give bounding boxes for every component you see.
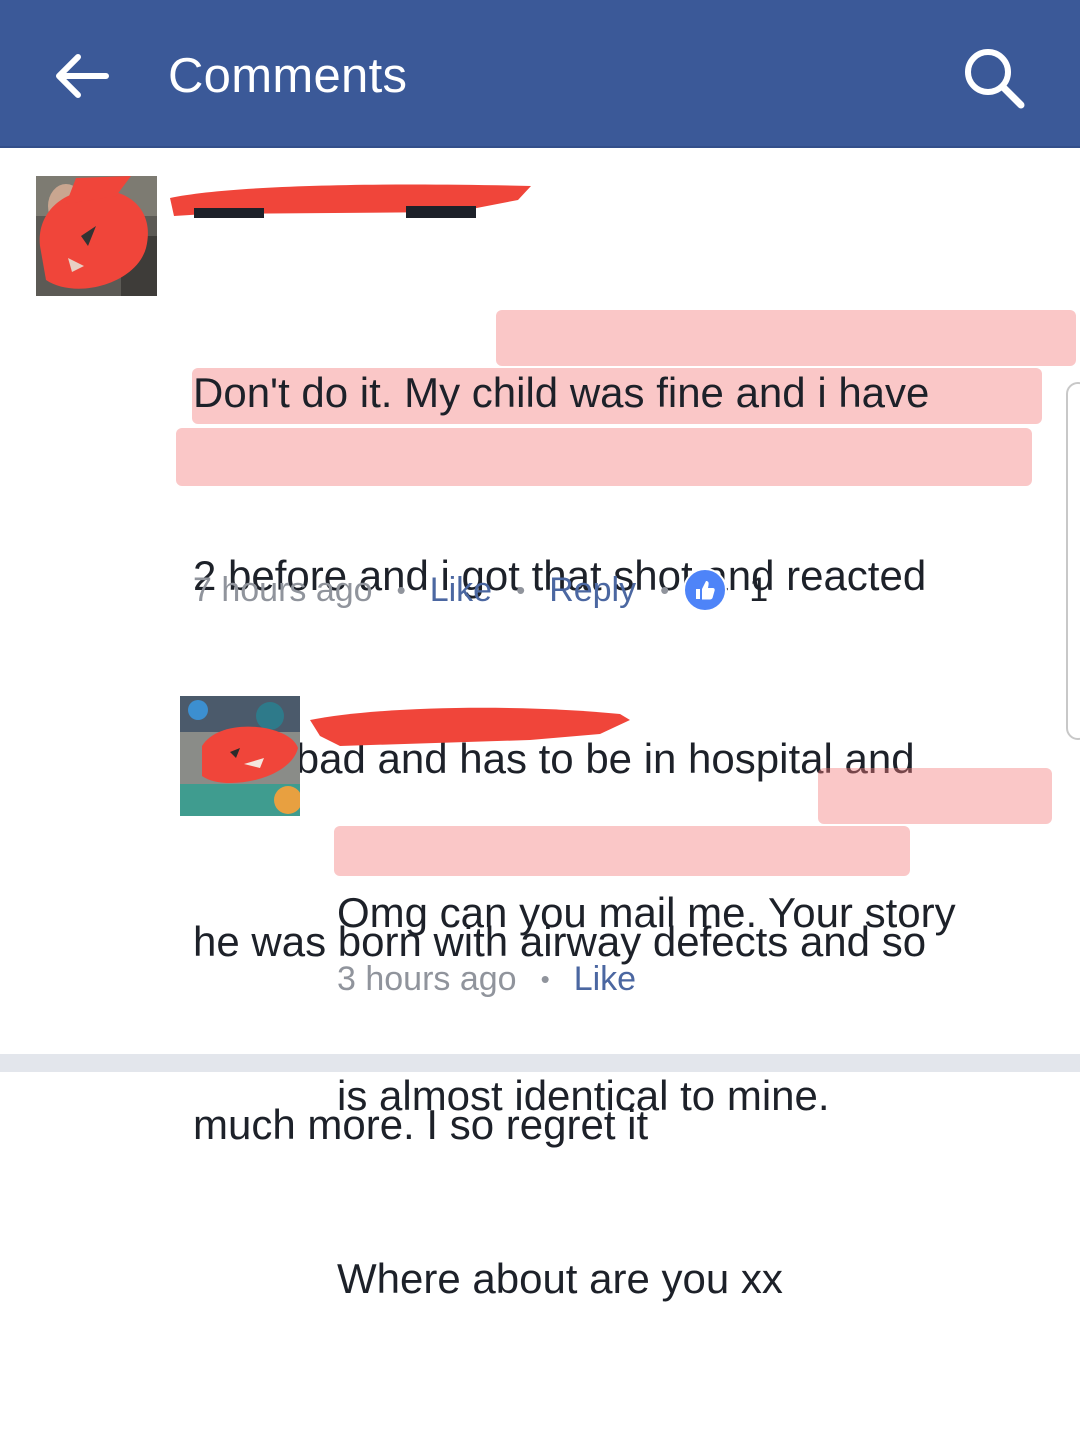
- reply-comment: Omg can you mail me. Your story is almos…: [0, 0, 1080, 1302]
- comment-line: Where about are you xx: [337, 1255, 783, 1302]
- separator-dot: •: [540, 964, 550, 994]
- comment-line: Omg can you mail me. Your story: [337, 889, 956, 936]
- redacted-avatar-image: [180, 696, 300, 816]
- avatar[interactable]: [180, 696, 300, 816]
- comment-body: Omg can you mail me. Your story is almos…: [337, 760, 956, 1431]
- timestamp: 3 hours ago: [337, 960, 517, 998]
- comment-meta: 3 hours ago • Like: [337, 957, 636, 1001]
- name-redaction: [310, 707, 630, 746]
- comment-line: is almost identical to mine.: [337, 1072, 830, 1119]
- like-button[interactable]: Like: [574, 957, 636, 1001]
- bottom-divider: [0, 1054, 1080, 1072]
- scrollbar[interactable]: [1066, 382, 1080, 740]
